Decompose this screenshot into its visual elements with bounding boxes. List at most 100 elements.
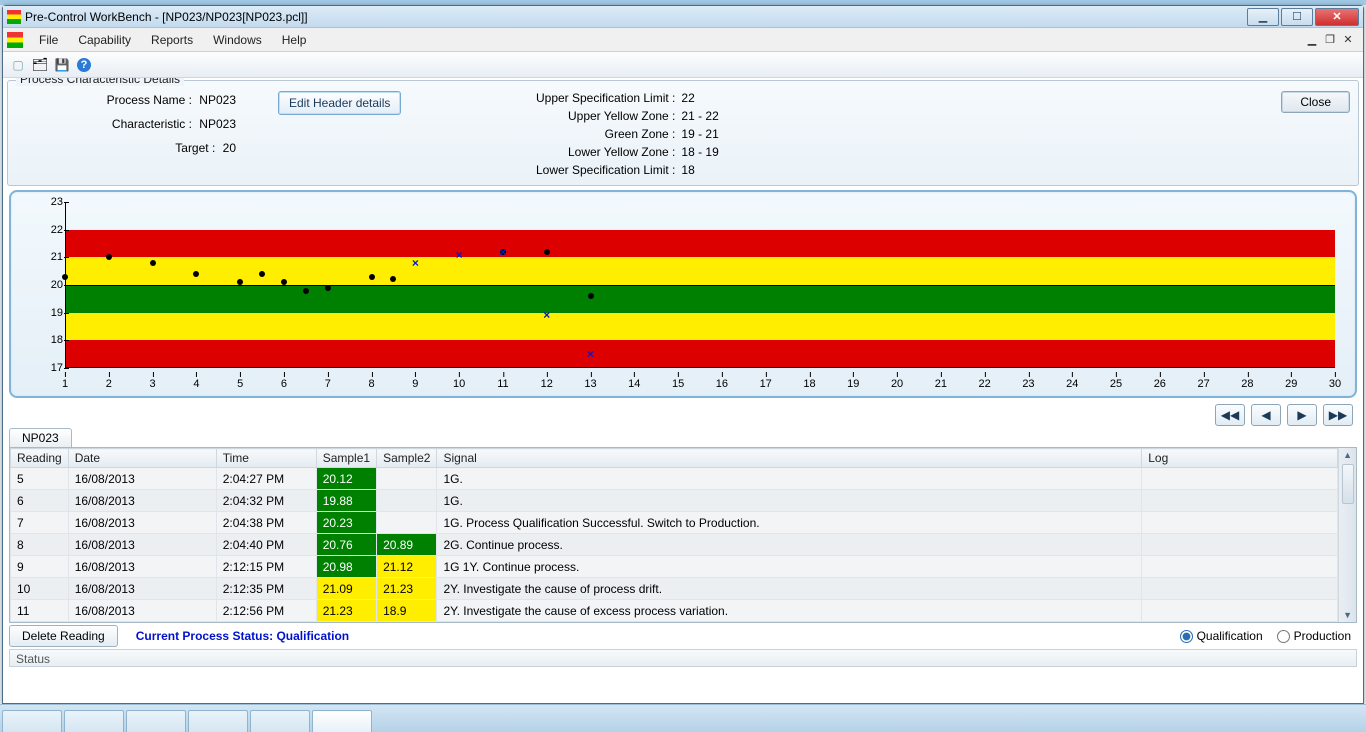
titlebar[interactable]: Pre-Control WorkBench - [NP023/NP023[NP0… [3,6,1363,28]
menu-help[interactable]: Help [272,29,317,51]
cell-d[interactable]: 16/08/2013 [68,468,216,490]
cell-r[interactable]: 6 [11,490,69,512]
window-minimize-button[interactable] [1247,8,1279,26]
table-row[interactable]: 916/08/20132:12:15 PM20.9821.121G 1Y. Co… [11,556,1338,578]
close-button[interactable]: Close [1281,91,1350,113]
cell-sig[interactable]: 1G. [437,468,1142,490]
cell-s1[interactable]: 19.88 [316,490,376,512]
cell-log[interactable] [1142,534,1338,556]
table-row[interactable]: 716/08/20132:04:38 PM20.23 1G. Process Qu… [11,512,1338,534]
cell-log[interactable] [1142,512,1338,534]
cell-log[interactable] [1142,600,1338,622]
cell-sig[interactable]: 2Y. Investigate the cause of process dri… [437,578,1142,600]
window-close-button[interactable] [1315,8,1359,26]
scroll-up-icon[interactable]: ▲ [1343,450,1352,460]
col-time[interactable]: Time [216,449,316,468]
mdi-close-icon[interactable]: ✕ [1341,33,1355,47]
cell-s2[interactable]: 21.12 [377,556,437,578]
save-file-icon[interactable] [53,56,71,74]
radio-production-input[interactable] [1277,630,1290,643]
open-file-icon[interactable] [31,56,49,74]
nav-first-button[interactable]: ◀◀ [1215,404,1245,426]
cell-sig[interactable]: 1G. [437,490,1142,512]
menu-file[interactable]: File [29,29,68,51]
cell-t[interactable]: 2:04:40 PM [216,534,316,556]
col-log[interactable]: Log [1142,449,1338,468]
cell-s1[interactable]: 20.23 [316,512,376,534]
nav-next-button[interactable]: ▶ [1287,404,1317,426]
cell-r[interactable]: 10 [11,578,69,600]
menu-windows[interactable]: Windows [203,29,272,51]
help-icon[interactable] [75,56,93,74]
taskbar-item[interactable] [126,710,186,732]
taskbar-item[interactable] [2,710,62,732]
cell-d[interactable]: 16/08/2013 [68,534,216,556]
cell-log[interactable] [1142,556,1338,578]
cell-d[interactable]: 16/08/2013 [68,578,216,600]
table-row[interactable]: 816/08/20132:04:40 PM20.7620.892G. Conti… [11,534,1338,556]
cell-log[interactable] [1142,490,1338,512]
cell-r[interactable]: 11 [11,600,69,622]
cell-log[interactable] [1142,468,1338,490]
col-date[interactable]: Date [68,449,216,468]
cell-s1[interactable]: 20.12 [316,468,376,490]
scroll-thumb[interactable] [1342,464,1354,504]
tab-np023[interactable]: NP023 [9,428,72,447]
cell-s2[interactable] [377,490,437,512]
col-signal[interactable]: Signal [437,449,1142,468]
col-sample2[interactable]: Sample2 [377,449,437,468]
cell-t[interactable]: 2:12:35 PM [216,578,316,600]
cell-sig[interactable]: 1G 1Y. Continue process. [437,556,1142,578]
cell-r[interactable]: 5 [11,468,69,490]
radio-qualification-input[interactable] [1180,630,1193,643]
cell-sig[interactable]: 2G. Continue process. [437,534,1142,556]
window-maximize-button[interactable] [1281,8,1313,26]
cell-s2[interactable]: 20.89 [377,534,437,556]
cell-t[interactable]: 2:12:56 PM [216,600,316,622]
radio-production[interactable]: Production [1277,629,1351,643]
nav-prev-button[interactable]: ◀ [1251,404,1281,426]
taskbar-item[interactable] [188,710,248,732]
radio-qualification[interactable]: Qualification [1180,629,1263,643]
taskbar-item[interactable] [64,710,124,732]
cell-t[interactable]: 2:12:15 PM [216,556,316,578]
mdi-minimize-icon[interactable]: ▁ [1305,33,1319,47]
cell-s1[interactable]: 21.23 [316,600,376,622]
cell-s2[interactable] [377,468,437,490]
grid-scrollbar[interactable]: ▲ ▼ [1338,448,1356,622]
col-sample1[interactable]: Sample1 [316,449,376,468]
delete-reading-button[interactable]: Delete Reading [9,625,118,647]
cell-r[interactable]: 8 [11,534,69,556]
taskbar[interactable] [0,704,1366,732]
table-row[interactable]: 1116/08/20132:12:56 PM21.2318.92Y. Inves… [11,600,1338,622]
cell-s1[interactable]: 20.76 [316,534,376,556]
table-row[interactable]: 516/08/20132:04:27 PM20.121G. [11,468,1338,490]
cell-s2[interactable]: 21.23 [377,578,437,600]
col-reading[interactable]: Reading [11,449,69,468]
table-row[interactable]: 1016/08/20132:12:35 PM21.0921.232Y. Inve… [11,578,1338,600]
edit-header-button[interactable]: Edit Header details [278,91,401,115]
cell-s2[interactable]: 18.9 [377,600,437,622]
taskbar-item-active[interactable] [312,710,372,732]
scroll-down-icon[interactable]: ▼ [1343,610,1352,620]
cell-s1[interactable]: 20.98 [316,556,376,578]
cell-t[interactable]: 2:04:38 PM [216,512,316,534]
cell-log[interactable] [1142,578,1338,600]
cell-r[interactable]: 7 [11,512,69,534]
nav-last-button[interactable]: ▶▶ [1323,404,1353,426]
cell-d[interactable]: 16/08/2013 [68,490,216,512]
new-file-icon[interactable] [9,56,27,74]
cell-d[interactable]: 16/08/2013 [68,556,216,578]
taskbar-item[interactable] [250,710,310,732]
cell-t[interactable]: 2:04:32 PM [216,490,316,512]
table-row[interactable]: 616/08/20132:04:32 PM19.88 1G. [11,490,1338,512]
cell-s1[interactable]: 21.09 [316,578,376,600]
cell-d[interactable]: 16/08/2013 [68,600,216,622]
cell-s2[interactable] [377,512,437,534]
cell-d[interactable]: 16/08/2013 [68,512,216,534]
menu-reports[interactable]: Reports [141,29,203,51]
menu-capability[interactable]: Capability [68,29,141,51]
cell-sig[interactable]: 2Y. Investigate the cause of excess proc… [437,600,1142,622]
cell-sig[interactable]: 1G. Process Qualification Successful. Sw… [437,512,1142,534]
mdi-restore-icon[interactable]: ❐ [1323,33,1337,47]
